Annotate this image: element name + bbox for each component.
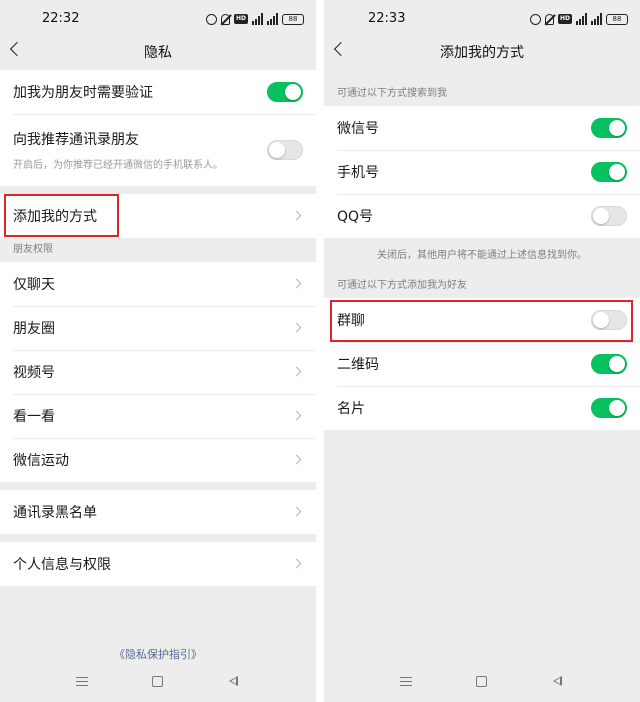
add-methods-row[interactable]: 添加我的方式 (0, 194, 316, 238)
search-item-label: QQ号 (337, 209, 374, 225)
privacy-screen: 22:32 HD 88 隐私 加我为朋友时需要验证 向我推荐通讯录朋友 开启后，… (0, 0, 316, 702)
recommend-contacts-toggle[interactable] (267, 140, 303, 160)
signal-icon (591, 13, 602, 25)
search-methods-group: 微信号 手机号 QQ号 (324, 106, 640, 238)
mute-icon (220, 13, 230, 25)
add-methods-group: 添加我的方式 (0, 194, 316, 238)
verify-friend-toggle[interactable] (267, 82, 303, 102)
page-title: 隐私 (144, 45, 172, 61)
privacy-content: 加我为朋友时需要验证 向我推荐通讯录朋友 开启后，为你推荐已经开通微信的手机联系… (0, 70, 316, 586)
hd-icon: HD (557, 14, 572, 24)
search-item-label: 微信号 (337, 121, 379, 137)
personal-info-label: 个人信息与权限 (13, 557, 111, 573)
battery-icon: 88 (606, 13, 628, 25)
add-methods-group: 群聊 二维码 名片 (324, 298, 640, 430)
nav-bar: 添加我的方式 (324, 36, 640, 66)
status-icons: HD 88 (529, 12, 628, 26)
menu-icon[interactable] (400, 677, 412, 686)
add-methods-screen: 22:33 HD 88 添加我的方式 可通过以下方式搜索到我 微信号 手机号 Q… (324, 0, 640, 702)
chevron-right-icon (291, 278, 302, 289)
page-title: 添加我的方式 (440, 45, 524, 61)
status-icons: HD 88 (205, 12, 304, 26)
chevron-right-icon (291, 410, 302, 421)
chevron-right-icon (291, 558, 302, 569)
permission-item-top-stories[interactable]: 看一看 (0, 394, 316, 438)
system-back-icon[interactable] (553, 676, 562, 686)
system-nav-bar (324, 672, 640, 692)
search-section-title: 可通过以下方式搜索到我 (337, 88, 447, 99)
permission-item-label: 朋友圈 (13, 321, 55, 337)
signal-icon (267, 13, 278, 25)
permission-item-label: 仅聊天 (13, 277, 55, 293)
qr-code-toggle[interactable] (591, 354, 627, 374)
signal-icon (576, 13, 587, 25)
chevron-right-icon (291, 322, 302, 333)
signal-icon (252, 13, 263, 25)
system-nav-bar (0, 672, 316, 692)
status-bar: 22:32 HD 88 (0, 0, 316, 36)
blacklist-group: 通讯录黑名单 (0, 490, 316, 534)
search-item-phone: 手机号 (324, 150, 640, 194)
business-card-toggle[interactable] (591, 398, 627, 418)
blacklist-label: 通讯录黑名单 (13, 505, 97, 521)
recommend-contacts-label: 向我推荐通讯录朋友 (13, 132, 139, 148)
recommend-contacts-row: 向我推荐通讯录朋友 开启后，为你推荐已经开通微信的手机联系人。 (0, 114, 316, 186)
friend-permissions-title: 朋友权限 (13, 244, 53, 255)
home-icon[interactable] (152, 676, 163, 687)
personal-info-group: 个人信息与权限 (0, 542, 316, 586)
recommend-contacts-hint: 开启后，为你推荐已经开通微信的手机联系人。 (13, 160, 223, 171)
group-chat-toggle[interactable] (591, 310, 627, 330)
add-methods-content: 可通过以下方式搜索到我 微信号 手机号 QQ号 关闭后，其他用户将不能通过上述信… (324, 82, 640, 430)
system-back-icon[interactable] (229, 676, 238, 686)
search-item-wechat-id: 微信号 (324, 106, 640, 150)
permission-item-label: 微信运动 (13, 453, 69, 469)
add-item-label: 群聊 (337, 313, 365, 329)
chevron-right-icon (291, 210, 302, 221)
privacy-guide-link[interactable]: 《隐私保护指引》 (0, 646, 316, 662)
permission-item-label: 看一看 (13, 409, 55, 425)
alarm-icon (529, 13, 541, 25)
friend-permissions-group: 仅聊天 朋友圈 视频号 看一看 微信运动 (0, 262, 316, 482)
chevron-right-icon (291, 506, 302, 517)
permission-item-moments[interactable]: 朋友圈 (0, 306, 316, 350)
nav-bar: 隐私 (0, 36, 316, 66)
add-item-qr-code: 二维码 (324, 342, 640, 386)
add-item-label: 名片 (337, 401, 365, 417)
add-section-title: 可通过以下方式添加我为好友 (337, 280, 467, 291)
hd-icon: HD (233, 14, 248, 24)
personal-info-row[interactable]: 个人信息与权限 (0, 542, 316, 586)
blacklist-row[interactable]: 通讯录黑名单 (0, 490, 316, 534)
permission-item-werun[interactable]: 微信运动 (0, 438, 316, 482)
status-time: 22:32 (42, 11, 80, 26)
search-item-qq: QQ号 (324, 194, 640, 238)
verify-friend-row: 加我为朋友时需要验证 (0, 70, 316, 114)
add-item-business-card: 名片 (324, 386, 640, 430)
chevron-right-icon (291, 366, 302, 377)
add-item-group-chat: 群聊 (324, 298, 640, 342)
search-item-label: 手机号 (337, 165, 379, 181)
verify-friend-label: 加我为朋友时需要验证 (13, 85, 153, 101)
chevron-right-icon (291, 454, 302, 465)
add-item-label: 二维码 (337, 357, 379, 373)
permission-item-chat-only[interactable]: 仅聊天 (0, 262, 316, 306)
alarm-icon (205, 13, 217, 25)
search-footnote: 关闭后，其他用户将不能通过上述信息找到你。 (377, 250, 587, 261)
battery-icon: 88 (282, 13, 304, 25)
status-time: 22:33 (368, 11, 406, 26)
wechat-id-toggle[interactable] (591, 118, 627, 138)
add-methods-label: 添加我的方式 (13, 209, 97, 225)
mute-icon (544, 13, 554, 25)
qq-toggle[interactable] (591, 206, 627, 226)
verify-group: 加我为朋友时需要验证 向我推荐通讯录朋友 开启后，为你推荐已经开通微信的手机联系… (0, 70, 316, 186)
menu-icon[interactable] (76, 677, 88, 686)
permission-item-channels[interactable]: 视频号 (0, 350, 316, 394)
permission-item-label: 视频号 (13, 365, 55, 381)
status-bar: 22:33 HD 88 (324, 0, 640, 36)
phone-toggle[interactable] (591, 162, 627, 182)
home-icon[interactable] (476, 676, 487, 687)
